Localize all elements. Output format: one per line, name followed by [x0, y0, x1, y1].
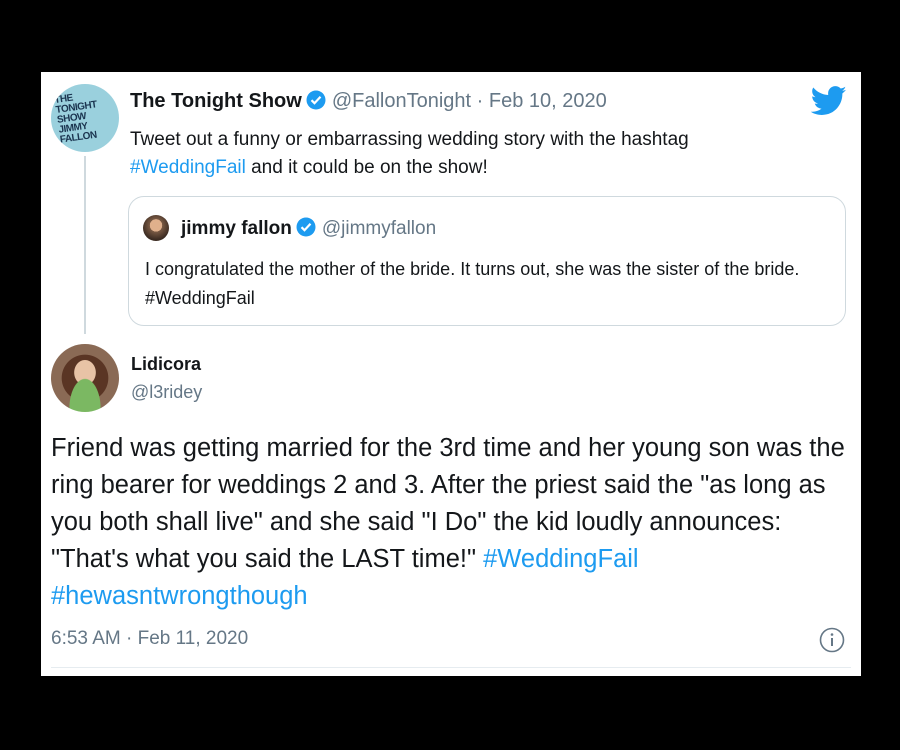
jimmy-fallon-avatar[interactable] — [143, 215, 169, 241]
parent-tweet-header: The Tonight Show @FallonTonight · Feb 10,… — [130, 90, 607, 113]
verified-badge-icon — [296, 217, 316, 237]
info-icon[interactable] — [819, 627, 845, 653]
reply-timestamp[interactable]: 6:53 AM · Feb 11, 2020 — [51, 628, 248, 650]
avatar-logo-text: THE TONIGHT SHOW JIMMY FALLON — [53, 92, 98, 146]
parent-handle[interactable]: @FallonTonight — [332, 90, 471, 112]
quoted-author-name[interactable]: jimmy fallon — [181, 218, 292, 239]
thread-connector-line — [84, 156, 86, 334]
quoted-tweet-text: I congratulated the mother of the bride.… — [145, 259, 800, 308]
quoted-tweet[interactable]: jimmy fallon @jimmyfallon I congratulated… — [128, 196, 846, 326]
parent-text-plain: Tweet out a funny or embarrassing weddin… — [130, 129, 689, 150]
reply-handle[interactable]: @l3ridey — [131, 382, 202, 403]
lidicora-avatar[interactable] — [51, 344, 119, 412]
reply-tweet-text: Friend was getting married for the 3rd t… — [51, 430, 851, 615]
verified-badge-icon — [306, 90, 326, 110]
twitter-bird-icon[interactable] — [811, 86, 847, 116]
divider — [51, 667, 851, 668]
tweet-card: THE TONIGHT SHOW JIMMY FALLON The Tonigh… — [41, 72, 861, 676]
quoted-handle[interactable]: @jimmyfallon — [322, 218, 436, 239]
parent-tweet-text: Tweet out a funny or embarrassing weddin… — [130, 126, 820, 182]
hashtag-link[interactable]: #WeddingFail — [130, 157, 246, 178]
reply-text-body: Friend was getting married for the 3rd t… — [51, 434, 845, 573]
reply-author-name[interactable]: Lidicora — [131, 354, 201, 375]
tonight-show-avatar[interactable]: THE TONIGHT SHOW JIMMY FALLON — [51, 84, 119, 152]
quoted-tweet-header: jimmy fallon @jimmyfallon — [181, 217, 436, 240]
parent-text-tail: and it could be on the show! — [245, 157, 488, 178]
parent-date[interactable]: · Feb 10, 2020 — [477, 90, 607, 112]
parent-author-name[interactable]: The Tonight Show — [130, 90, 302, 112]
